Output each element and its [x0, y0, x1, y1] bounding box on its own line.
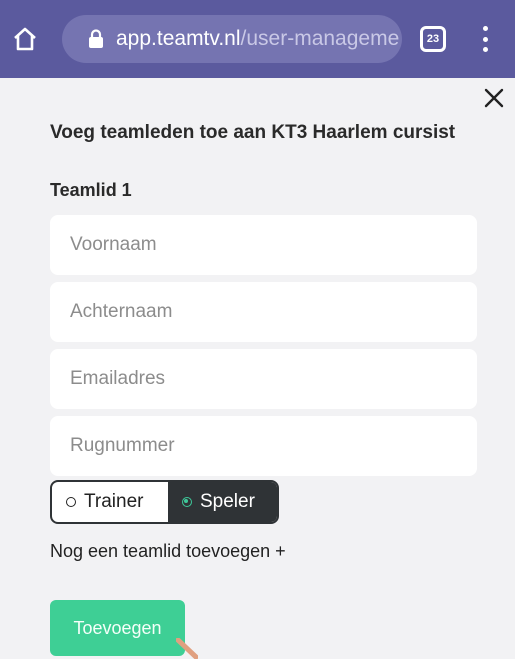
dialog-title: Voeg teamleden toe aan KT3 Haarlem cursi…	[50, 122, 456, 143]
address-bar[interactable]: app.teamtv.nl/user-manageme	[62, 15, 402, 63]
radio-selected-icon	[182, 497, 192, 507]
add-another-member-link[interactable]: Nog een teamlid toevoegen +	[50, 541, 286, 562]
role-option-label: Trainer	[84, 491, 144, 512]
url-path: /user-manageme	[240, 27, 400, 50]
pointer-cursor-icon	[176, 638, 198, 659]
role-option-label: Speler	[200, 491, 255, 512]
member-heading: Teamlid 1	[50, 180, 132, 200]
first-name-input[interactable]	[50, 215, 477, 275]
role-toggle: Trainer Speler	[50, 480, 279, 524]
home-icon	[14, 27, 36, 51]
role-option-speler[interactable]: Speler	[168, 482, 277, 522]
role-option-trainer[interactable]: Trainer	[52, 482, 168, 522]
radio-unselected-icon	[66, 497, 76, 507]
close-icon	[484, 88, 504, 108]
submit-button[interactable]: Toevoegen	[50, 600, 185, 656]
close-button[interactable]	[482, 86, 506, 110]
browser-toolbar: app.teamtv.nl/user-manageme 23	[0, 0, 515, 78]
last-name-input[interactable]	[50, 282, 477, 342]
lock-icon	[86, 28, 106, 50]
home-button[interactable]	[10, 24, 40, 54]
more-vert-icon[interactable]	[475, 24, 495, 54]
email-input[interactable]	[50, 349, 477, 409]
url-text: app.teamtv.nl/user-manageme	[116, 27, 399, 51]
tab-count: 23	[426, 33, 440, 45]
url-host: app.teamtv.nl	[116, 27, 241, 50]
tab-switcher-button[interactable]: 23	[420, 26, 446, 52]
jersey-number-input[interactable]	[50, 416, 477, 476]
